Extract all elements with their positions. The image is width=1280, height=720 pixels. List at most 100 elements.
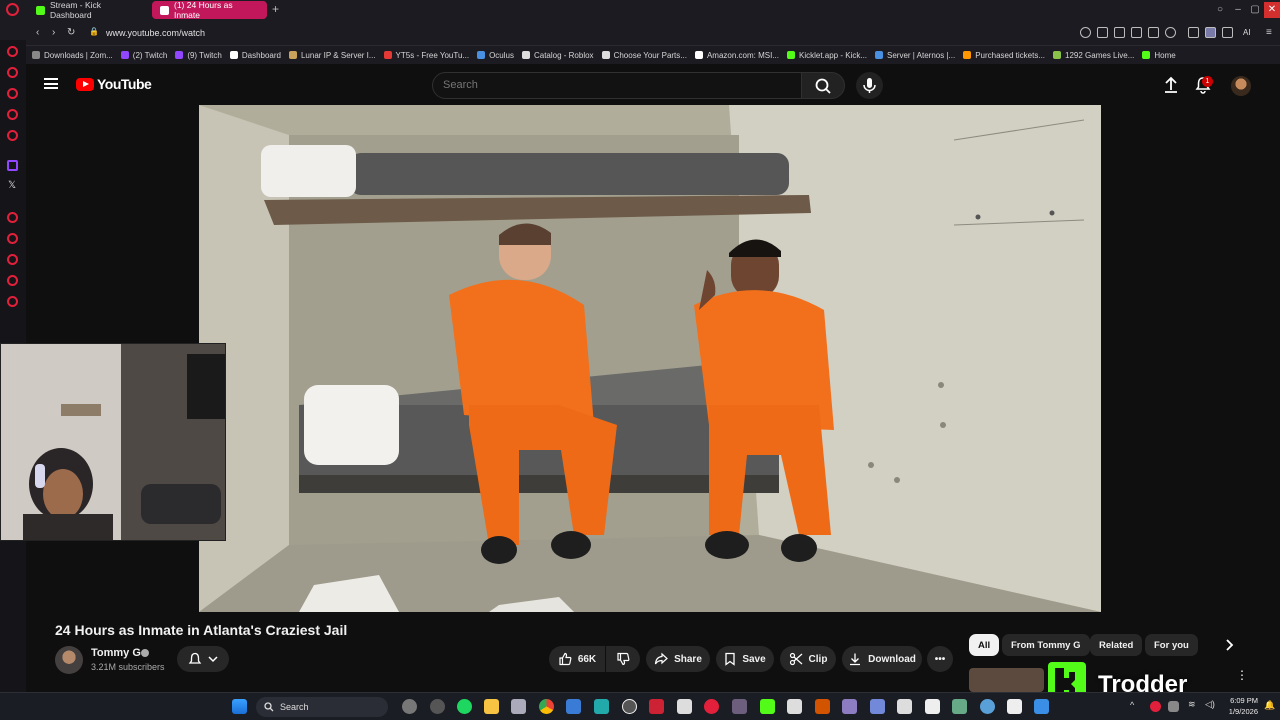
twitch-icon[interactable] xyxy=(7,160,18,171)
close-window-icon[interactable]: ✕ xyxy=(1264,2,1280,18)
maximize-icon[interactable]: ▢ xyxy=(1247,2,1263,18)
taskbar-app-icon[interactable] xyxy=(842,699,857,714)
bookmark-item[interactable]: Dashboard xyxy=(229,51,281,60)
bookmark-item[interactable]: Oculus xyxy=(477,51,514,60)
video-player[interactable] xyxy=(199,105,1101,612)
taskbar-clock[interactable]: 6:09 PM 1/9/2026 xyxy=(1222,695,1258,717)
bookmark-item[interactable]: Purchased tickets... xyxy=(963,51,1045,60)
youtube-logo-icon[interactable] xyxy=(76,78,94,91)
sidebar-app-icon[interactable] xyxy=(7,46,18,57)
tray-chevron-up-icon[interactable]: ^ xyxy=(1130,700,1134,710)
ai-button[interactable]: AI xyxy=(1243,28,1251,37)
extension-icon[interactable] xyxy=(1097,27,1108,38)
chip-related[interactable]: Related xyxy=(1090,634,1143,656)
search-tabs-icon[interactable]: ○ xyxy=(1212,2,1228,18)
taskbar-app-icon[interactable] xyxy=(787,699,802,714)
sidebar-app-icon[interactable] xyxy=(7,296,18,307)
opera-taskbar-icon[interactable] xyxy=(704,699,719,714)
taskbar-app-icon[interactable] xyxy=(430,699,445,714)
bookmark-item[interactable]: (2) Twitch xyxy=(120,51,167,60)
tray-icon[interactable] xyxy=(1150,701,1161,712)
download-icon[interactable] xyxy=(1222,27,1233,38)
forward-icon[interactable]: › xyxy=(52,27,55,38)
bookmark-item[interactable]: Downloads | Zom... xyxy=(32,51,113,60)
sidebar-app-icon[interactable] xyxy=(7,212,18,223)
chrome-icon[interactable] xyxy=(539,699,554,714)
taskbar-app-icon[interactable] xyxy=(566,699,581,714)
youtube-logo-text[interactable]: YouTube xyxy=(97,76,152,92)
bookmark-item[interactable]: Kicklet.app - Kick... xyxy=(786,51,867,60)
taskbar-search[interactable]: Search xyxy=(256,697,388,717)
chip-for-you[interactable]: For you xyxy=(1145,634,1198,656)
kick-taskbar-icon[interactable] xyxy=(760,699,775,714)
x-icon[interactable]: 𝕏 xyxy=(8,180,16,191)
search-box[interactable] xyxy=(432,72,802,99)
search-input[interactable] xyxy=(443,79,783,91)
sidebar-app-icon[interactable] xyxy=(7,254,18,265)
minimize-icon[interactable]: – xyxy=(1230,2,1246,18)
share-button[interactable]: Share xyxy=(646,646,710,672)
taskbar-app-icon[interactable] xyxy=(815,699,830,714)
puzzle-icon[interactable] xyxy=(1188,27,1199,38)
taskbar-app-icon[interactable] xyxy=(980,699,995,714)
sidebar-app-icon[interactable] xyxy=(7,130,18,141)
taskbar-app-icon[interactable] xyxy=(897,699,912,714)
tab-kick-dashboard[interactable]: Stream - Kick Dashboard xyxy=(28,0,148,20)
snapshot-icon[interactable] xyxy=(1114,27,1125,38)
sidebar-app-icon[interactable] xyxy=(7,233,18,244)
save-button[interactable]: Save xyxy=(716,646,774,672)
profile-extension-icon[interactable] xyxy=(1205,27,1216,38)
bookmark-item[interactable]: Catalog - Roblox xyxy=(521,51,594,60)
voice-search-button[interactable] xyxy=(856,72,883,99)
sidebar-app-icon[interactable] xyxy=(7,109,18,120)
chevron-right-icon[interactable] xyxy=(1222,637,1238,653)
volume-icon[interactable]: ◁) xyxy=(1205,699,1215,710)
notification-center-icon[interactable]: 🔔 xyxy=(1264,700,1275,711)
taskbar-app-icon[interactable] xyxy=(677,699,692,714)
taskbar-app-icon[interactable] xyxy=(732,699,747,714)
bookmark-item[interactable]: Server | Aternos |... xyxy=(875,51,955,60)
bookmark-item[interactable]: 1292 Games Live... xyxy=(1053,51,1134,60)
windows-start-icon[interactable] xyxy=(232,699,247,714)
player-icon[interactable] xyxy=(1148,27,1159,38)
sidebar-app-icon[interactable] xyxy=(7,88,18,99)
chip-from-channel[interactable]: From Tommy G xyxy=(1002,634,1090,656)
taskbar-app-icon[interactable] xyxy=(622,699,637,714)
tab-youtube-video[interactable]: (1) 24 Hours as Inmate xyxy=(152,0,267,20)
taskbar-app-icon[interactable] xyxy=(1034,699,1049,714)
channel-name[interactable]: Tommy G xyxy=(91,647,141,659)
notification-bell-button[interactable] xyxy=(177,646,229,672)
taskbar-app-icon[interactable] xyxy=(511,699,526,714)
spotify-icon[interactable] xyxy=(457,699,472,714)
taskbar-app-icon[interactable] xyxy=(952,699,967,714)
like-button[interactable]: 66K xyxy=(549,646,605,672)
search-button[interactable] xyxy=(801,72,845,99)
bookmark-item[interactable]: Lunar IP & Server I... xyxy=(288,51,376,60)
taskbar-app-icon[interactable] xyxy=(1007,699,1022,714)
clip-button[interactable]: Clip xyxy=(780,646,836,672)
tray-icon[interactable] xyxy=(1168,701,1179,712)
reload-icon[interactable]: ↻ xyxy=(67,27,75,38)
bookmark-item[interactable]: Choose Your Parts... xyxy=(601,51,687,60)
back-icon[interactable]: ‹ xyxy=(36,27,39,38)
upload-icon[interactable] xyxy=(1163,76,1179,94)
bookmark-item[interactable]: Home xyxy=(1142,51,1176,60)
account-avatar[interactable] xyxy=(1231,76,1251,96)
taskbar-app-icon[interactable] xyxy=(649,699,664,714)
url-field[interactable]: www.youtube.com/watch xyxy=(106,28,205,38)
file-explorer-icon[interactable] xyxy=(484,699,499,714)
taskbar-app-icon[interactable] xyxy=(594,699,609,714)
opera-logo-icon[interactable] xyxy=(6,3,19,16)
bookmark-item[interactable]: Amazon.com: MSI... xyxy=(694,51,779,60)
shield-icon[interactable] xyxy=(1131,27,1142,38)
heart-icon[interactable] xyxy=(1165,27,1176,38)
sidebar-app-icon[interactable] xyxy=(7,275,18,286)
channel-avatar[interactable] xyxy=(55,646,83,674)
bookmark-item[interactable]: YT5s - Free YouTu... xyxy=(383,51,469,60)
dislike-button[interactable] xyxy=(606,646,640,672)
chip-all[interactable]: All xyxy=(969,634,1000,656)
wifi-icon[interactable]: ≋ xyxy=(1188,699,1196,710)
bookmark-item[interactable]: (9) Twitch xyxy=(175,51,222,60)
recommended-video-thumbnail[interactable] xyxy=(969,668,1044,692)
kebab-menu-icon[interactable]: ⋮ xyxy=(1236,668,1248,682)
